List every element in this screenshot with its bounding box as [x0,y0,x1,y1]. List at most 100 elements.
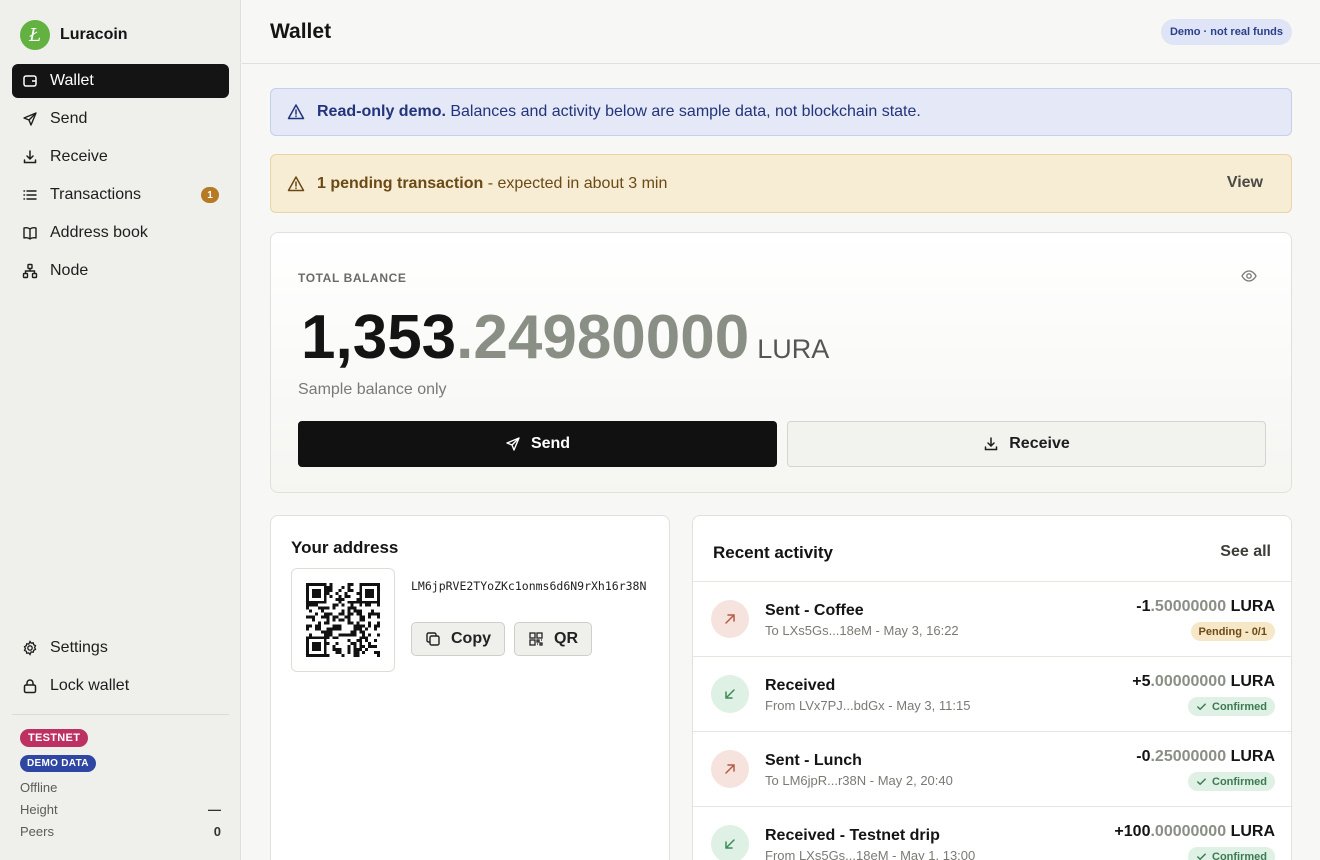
list-item[interactable]: Received From LVx7PJ...bdGx - May 3, 11:… [693,656,1291,731]
status-text: Confirmed [1212,700,1267,713]
activity-subtitle: From LVx7PJ...bdGx - May 3, 11:15 [765,698,971,713]
node-icon [22,263,38,279]
copy-address-button[interactable]: Copy [411,622,505,656]
amount-fraction: .50000000 [1150,598,1227,615]
sidebar-item-label: Settings [50,639,108,656]
eye-icon[interactable] [1241,268,1257,284]
see-all-button[interactable]: See all [1220,543,1271,561]
readonly-demo-banner: Read-only demo. Balances and activity be… [270,88,1292,136]
amount-integer: -0 [1136,748,1151,765]
show-qr-button[interactable]: QR [514,622,592,656]
arrow-down-left-icon [711,825,749,860]
peers-value: 0 [213,824,221,839]
sidebar-item-transactions[interactable]: Transactions 1 [12,178,229,212]
send-icon [505,436,521,452]
sidebar-item-wallet[interactable]: Wallet [12,64,229,98]
send-button[interactable]: Send [298,421,777,467]
book-icon [22,225,38,241]
activity-amount: -0.25000000 LURA [1136,748,1275,766]
balance-integer: 1,353 [301,303,457,372]
banner-text: Read-only demo. Balances and activity be… [317,103,921,121]
banner-body-text: Balances and activity below are sample d… [445,103,921,120]
sidebar-item-settings[interactable]: Settings [12,631,229,665]
sidebar-item-label: Address book [50,224,148,241]
balance-unit: LURA [757,334,830,364]
sidebar-item-label: Lock wallet [50,677,130,694]
qr-icon [528,631,544,647]
download-icon [22,149,38,165]
network-status: TESTNET DEMO DATA Offline Height — Peers… [20,728,221,839]
wallet-address[interactable]: LM6jpRVE2TYoZKc1onms6d6N9rXh16r38N [411,580,651,593]
balance-amount: 1,353.24980000 LURA [301,303,829,384]
warning-icon [287,175,305,193]
view-pending-button[interactable]: View [1227,174,1263,192]
qr-button-label: QR [554,630,578,647]
status-badge: Confirmed [1188,697,1275,716]
balance-card: TOTAL BALANCE 1,353.24980000 LURA Sample … [270,232,1292,493]
arrow-up-right-icon [711,750,749,788]
arrow-up-right-icon [711,600,749,638]
app-name: Luracoin [60,26,128,43]
qr-code [291,568,395,672]
sidebar-item-node[interactable]: Node [12,254,229,288]
sidebar-nav: Wallet Send Receive Transactions 1 Addre… [12,64,229,292]
activity-subtitle: To LXs5Gs...18eM - May 3, 16:22 [765,623,959,638]
check-icon [1196,776,1207,787]
banner-bold-text: Read-only demo. [317,103,446,120]
sidebar: Ł Luracoin Wallet Send Receive Transacti… [0,0,241,860]
list-item[interactable]: Sent - Lunch To LM6jpR...r38N - May 2, 2… [693,731,1291,806]
receive-button[interactable]: Receive [787,421,1266,467]
brand[interactable]: Ł Luracoin [20,20,128,50]
amount-integer: -1 [1136,598,1151,615]
peers-label: Peers [20,824,54,839]
activity-amount: +100.00000000 LURA [1114,823,1275,841]
download-icon [983,436,999,452]
sidebar-item-label: Send [50,110,88,127]
arrow-down-left-icon [711,675,749,713]
amount-unit: LURA [1230,598,1275,615]
recent-activity-card: Recent activity See all Sent - Coffee To… [692,515,1292,860]
list-item[interactable]: Received - Testnet drip From LXs5Gs...18… [693,806,1291,860]
connection-status-text: Offline [20,780,58,795]
status-text: Pending - 0/1 [1198,625,1267,638]
check-icon [1196,701,1207,712]
activity-list: Sent - Coffee To LXs5Gs...18eM - May 3, … [693,581,1291,860]
send-button-label: Send [530,435,571,452]
recent-activity-title: Recent activity [713,543,833,562]
activity-name: Received - Testnet drip [765,827,940,844]
sidebar-item-label: Node [50,262,89,279]
address-title: Your address [291,538,399,557]
sidebar-item-lock-wallet[interactable]: Lock wallet [12,669,229,703]
amount-fraction: .25000000 [1150,748,1227,765]
activity-amount: -1.50000000 LURA [1136,598,1275,616]
sidebar-item-label: Transactions [50,186,141,203]
address-card: Your address LM6jpRVE2TYoZKc1onms6d6N9rX… [270,515,670,860]
balance-label: TOTAL BALANCE [298,271,407,285]
amount-unit: LURA [1230,823,1275,840]
amount-fraction: .00000000 [1150,673,1227,690]
height-label: Height [20,802,58,817]
wallet-icon [22,73,38,89]
activity-name: Sent - Coffee [765,602,864,619]
sidebar-item-address-book[interactable]: Address book [12,216,229,250]
sidebar-item-send[interactable]: Send [12,102,229,136]
page-title: Wallet [270,20,332,43]
amount-integer: +100 [1114,823,1151,840]
warning-icon [287,103,305,121]
height-stat: Height — [20,802,221,817]
status-badge: Confirmed [1188,772,1275,791]
status-text: Confirmed [1212,850,1267,860]
amount-integer: +5 [1132,673,1151,690]
pending-transaction-banner: 1 pending transaction - expected in abou… [270,154,1292,213]
activity-subtitle: From LXs5Gs...18eM - May 1, 13:00 [765,848,976,860]
balance-fraction: .24980000 [456,303,750,372]
banner-body-text: - expected in about 3 min [483,174,668,192]
activity-name: Received [765,677,836,694]
sidebar-item-label: Receive [50,148,108,165]
demo-data-pill: DEMO DATA [20,755,96,772]
copy-icon [425,631,441,647]
sidebar-bottom-nav: Settings Lock wallet [12,631,229,707]
sidebar-item-receive[interactable]: Receive [12,140,229,174]
luracoin-logo-icon: Ł [20,20,50,50]
list-item[interactable]: Sent - Coffee To LXs5Gs...18eM - May 3, … [693,581,1291,656]
